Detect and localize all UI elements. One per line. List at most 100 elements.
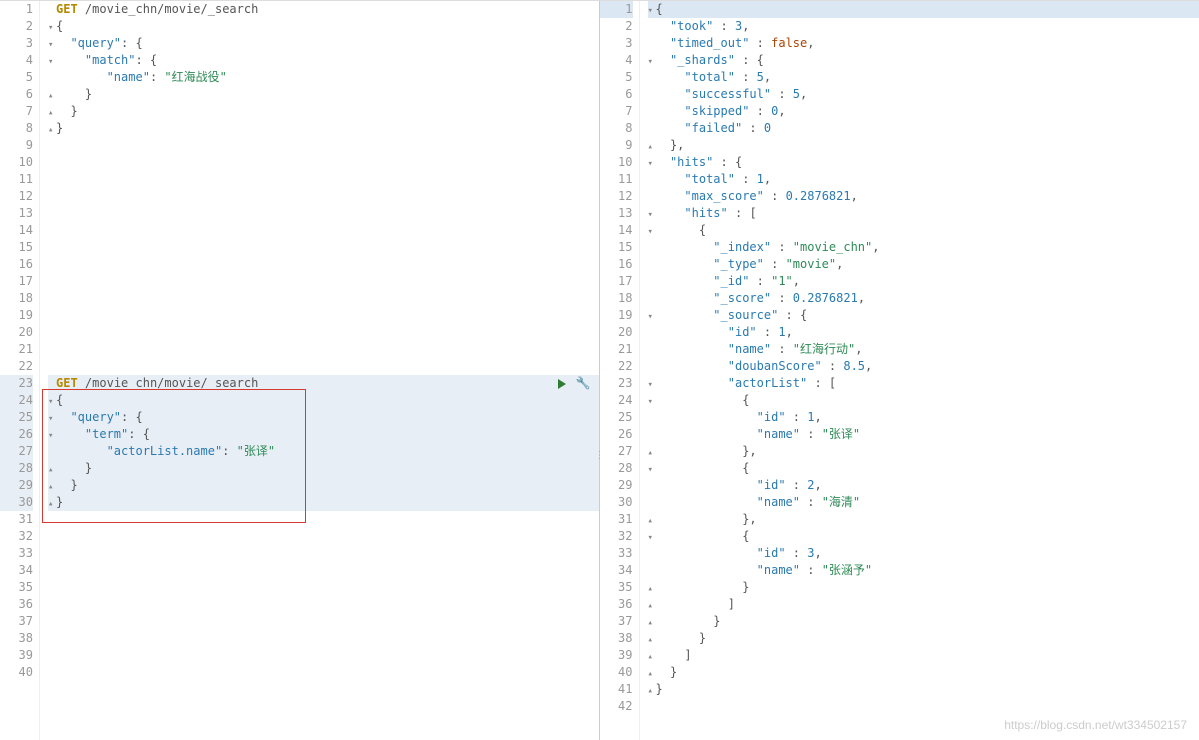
code-line[interactable]: ▾ "hits" : [ <box>648 205 1199 222</box>
code-line[interactable]: "name" : "张涵予" <box>648 562 1199 579</box>
code-line[interactable]: "_score" : 0.2876821, <box>648 290 1199 307</box>
response-code-area[interactable]: ▾{ "took" : 3, "timed_out" : false,▾ "_s… <box>640 1 1199 740</box>
code-line[interactable]: "id" : 1, <box>648 324 1199 341</box>
code-line[interactable]: "name" : "张译" <box>648 426 1199 443</box>
code-line[interactable]: ▴ }, <box>648 137 1199 154</box>
line-number: 23 <box>0 375 33 392</box>
line-number: 5 <box>600 69 633 86</box>
code-line[interactable]: ▾ "term": { <box>48 426 599 443</box>
code-line[interactable]: ▴ } <box>48 477 599 494</box>
code-line[interactable] <box>48 664 599 681</box>
code-line[interactable]: ▴ ] <box>648 596 1199 613</box>
code-line[interactable]: "successful" : 5, <box>648 86 1199 103</box>
code-line[interactable] <box>48 647 599 664</box>
request-code-area[interactable]: GET /movie_chn/movie/_search▾{▾ "query":… <box>40 1 599 740</box>
code-line[interactable]: ▾ "query": { <box>48 409 599 426</box>
code-line[interactable]: ▴} <box>648 681 1199 698</box>
code-line[interactable]: ▾ { <box>648 528 1199 545</box>
code-line[interactable]: "_index" : "movie_chn", <box>648 239 1199 256</box>
code-line[interactable]: GET /movie_chn/movie/_search <box>48 1 599 18</box>
code-line[interactable] <box>48 528 599 545</box>
response-viewer[interactable]: 1234567891011121314151617181920212223242… <box>600 1 1199 740</box>
code-line[interactable] <box>48 358 599 375</box>
code-line[interactable]: ▾ { <box>648 392 1199 409</box>
code-line[interactable] <box>48 579 599 596</box>
code-line[interactable]: ▴ } <box>648 664 1199 681</box>
code-line[interactable]: "name" : "海清" <box>648 494 1199 511</box>
line-number: 21 <box>0 341 33 358</box>
code-line[interactable]: "id" : 2, <box>648 477 1199 494</box>
code-line[interactable] <box>48 256 599 273</box>
split-resize-handle[interactable]: ⋮ <box>595 450 605 461</box>
code-line[interactable]: ▴ } <box>48 86 599 103</box>
code-line[interactable] <box>48 562 599 579</box>
code-line[interactable]: ▾ { <box>648 222 1199 239</box>
code-line[interactable] <box>48 273 599 290</box>
code-line[interactable]: ▾ "query": { <box>48 35 599 52</box>
code-line[interactable]: ▾{ <box>48 392 599 409</box>
code-line[interactable]: "_type" : "movie", <box>648 256 1199 273</box>
code-line[interactable] <box>48 171 599 188</box>
code-line[interactable]: ▴ } <box>648 613 1199 630</box>
line-number: 17 <box>600 273 633 290</box>
fold-toggle-icon <box>48 377 56 394</box>
code-line[interactable]: "failed" : 0 <box>648 120 1199 137</box>
code-line[interactable]: ▾ "_source" : { <box>648 307 1199 324</box>
code-line[interactable]: "skipped" : 0, <box>648 103 1199 120</box>
code-line[interactable]: "id" : 1, <box>648 409 1199 426</box>
code-line[interactable]: ▴ ] <box>648 647 1199 664</box>
code-line[interactable]: "total" : 5, <box>648 69 1199 86</box>
code-line[interactable]: ▴} <box>48 120 599 137</box>
code-line[interactable]: "took" : 3, <box>648 18 1199 35</box>
code-line[interactable] <box>48 307 599 324</box>
code-line[interactable] <box>48 324 599 341</box>
code-line[interactable] <box>48 154 599 171</box>
code-line[interactable]: ▴} <box>48 494 599 511</box>
line-number: 26 <box>0 426 33 443</box>
code-line[interactable]: ▾ "_shards" : { <box>648 52 1199 69</box>
code-line[interactable]: "doubanScore" : 8.5, <box>648 358 1199 375</box>
request-editor[interactable]: 1234567891011121314151617181920212223242… <box>0 1 599 740</box>
code-line[interactable]: ▴ } <box>48 460 599 477</box>
code-line[interactable]: ▴ } <box>48 103 599 120</box>
code-line[interactable]: ▴ } <box>648 630 1199 647</box>
line-number: 22 <box>600 358 633 375</box>
code-line[interactable]: ▾ { <box>648 460 1199 477</box>
code-line[interactable] <box>48 137 599 154</box>
code-line[interactable]: ▴ } <box>648 579 1199 596</box>
code-line[interactable] <box>48 239 599 256</box>
code-line[interactable]: ▾ "hits" : { <box>648 154 1199 171</box>
code-line[interactable]: ▾ "actorList" : [ <box>648 375 1199 392</box>
code-line[interactable] <box>48 613 599 630</box>
code-line[interactable] <box>48 630 599 647</box>
code-line[interactable] <box>48 511 599 528</box>
code-line[interactable]: "name" : "红海行动", <box>648 341 1199 358</box>
code-line[interactable]: "id" : 3, <box>648 545 1199 562</box>
code-line[interactable]: ▾ "match": { <box>48 52 599 69</box>
line-number: 9 <box>0 137 33 154</box>
line-number: 25 <box>600 409 633 426</box>
code-line[interactable]: GET /movie_chn/movie/_search🔧 <box>48 375 599 392</box>
code-line[interactable] <box>48 341 599 358</box>
wrench-icon[interactable]: 🔧 <box>576 375 591 392</box>
code-line[interactable] <box>48 222 599 239</box>
code-line[interactable]: ▴ }, <box>648 511 1199 528</box>
code-line[interactable]: "_id" : "1", <box>648 273 1199 290</box>
code-line[interactable]: ▾{ <box>48 18 599 35</box>
code-line[interactable]: "name": "红海战役" <box>48 69 599 86</box>
code-line[interactable]: "max_score" : 0.2876821, <box>648 188 1199 205</box>
code-line[interactable]: ▾{ <box>648 1 1199 18</box>
code-line[interactable] <box>648 698 1199 715</box>
code-line[interactable] <box>48 188 599 205</box>
line-number: 42 <box>600 698 633 715</box>
code-line[interactable] <box>48 205 599 222</box>
response-line-numbers: 1234567891011121314151617181920212223242… <box>600 1 640 740</box>
code-line[interactable]: ▴ }, <box>648 443 1199 460</box>
code-line[interactable]: "actorList.name": "张译" <box>48 443 599 460</box>
code-line[interactable] <box>48 596 599 613</box>
run-query-icon[interactable] <box>558 379 566 389</box>
code-line[interactable]: "timed_out" : false, <box>648 35 1199 52</box>
code-line[interactable] <box>48 545 599 562</box>
code-line[interactable]: "total" : 1, <box>648 171 1199 188</box>
code-line[interactable] <box>48 290 599 307</box>
